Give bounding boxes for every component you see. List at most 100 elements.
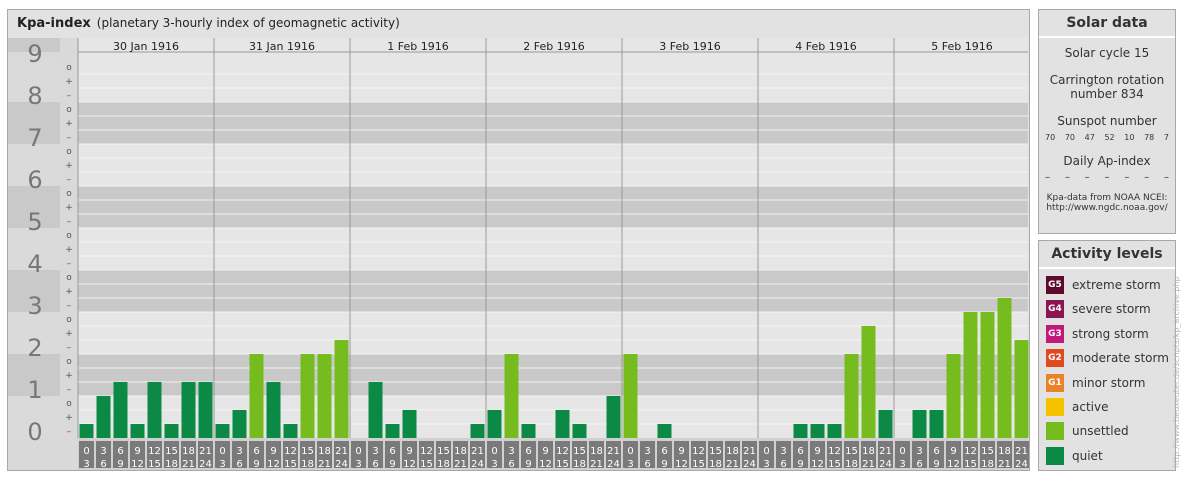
kp-bar [300, 354, 315, 438]
ap-value: – [1064, 172, 1070, 183]
interval-start-label: 9 [950, 446, 956, 457]
kp-bar [215, 424, 230, 438]
interval-start-label: 0 [83, 446, 89, 457]
interval-end-label: 3 [627, 459, 633, 470]
carrington-rotation: Carrington rotation [1049, 73, 1165, 87]
interval-end-label: 6 [780, 459, 786, 470]
interval-end-label: 3 [83, 459, 89, 470]
kp-bar [878, 409, 893, 438]
day-label: 2 Feb 1916 [523, 40, 584, 53]
interval-start-label: 12 [692, 446, 705, 457]
kp-bar [266, 382, 281, 438]
legend-item-strong-storm: G3 strong storm [1046, 325, 1149, 343]
kp-bar [572, 424, 587, 438]
interval-end-label: 12 [267, 459, 280, 470]
interval-start-label: 21 [1015, 446, 1028, 457]
interval-start-label: 18 [862, 446, 875, 457]
interval-start-label: 15 [845, 446, 858, 457]
interval-start-label: 0 [763, 446, 769, 457]
interval-end-label: 21 [454, 459, 467, 470]
day-label: 30 Jan 1916 [113, 40, 179, 53]
ap-value: – [1163, 172, 1169, 183]
kp-bar [164, 424, 179, 438]
sunspot-value: 47 [1084, 133, 1095, 142]
kp-bar [249, 354, 264, 438]
kp-bar [402, 409, 417, 438]
interval-start-label: 6 [389, 446, 395, 457]
activity-levels-panel: Activity levels G5 extreme storm G4 severe… [1038, 240, 1176, 471]
legend-swatch [1046, 447, 1064, 465]
interval-end-label: 3 [491, 459, 497, 470]
kp-bar [1014, 340, 1029, 438]
kp-bar [946, 354, 961, 438]
interval-end-label: 24 [471, 459, 484, 470]
carrington-number: number 834 [1070, 87, 1144, 101]
y-minor-tick-label: – [67, 175, 72, 185]
interval-start-label: 0 [219, 446, 225, 457]
sunspot-value: 70 [1064, 133, 1075, 142]
legend-item-moderate-storm: G2 moderate storm [1046, 349, 1169, 367]
legend-item-minor-storm: G1 minor storm [1046, 374, 1145, 392]
interval-end-label: 12 [539, 459, 552, 470]
interval-start-label: 18 [454, 446, 467, 457]
interval-start-label: 21 [335, 446, 348, 457]
y-tick-label: 7 [27, 124, 42, 152]
day-label: 5 Feb 1916 [931, 40, 992, 53]
kp-bar [504, 354, 519, 438]
interval-end-label: 21 [726, 459, 739, 470]
kp-bar [623, 354, 638, 438]
interval-start-label: 12 [556, 446, 569, 457]
day-label: 4 Feb 1916 [795, 40, 856, 53]
kp-bar [130, 424, 145, 438]
kp-bar [606, 396, 621, 438]
y-tick-label: 0 [27, 418, 42, 446]
interval-start-label: 9 [678, 446, 684, 457]
y-minor-tick-label: – [67, 385, 72, 395]
interval-start-label: 21 [199, 446, 212, 457]
kp-bar [79, 424, 94, 438]
interval-end-label: 15 [284, 459, 297, 470]
kp-bar [793, 424, 808, 438]
y-minor-tick-label: – [67, 133, 72, 143]
kp-bar [487, 409, 502, 438]
interval-end-label: 6 [644, 459, 650, 470]
interval-start-label: 12 [284, 446, 297, 457]
legend-label: active [1072, 400, 1109, 414]
interval-start-label: 12 [828, 446, 841, 457]
interval-start-label: 18 [590, 446, 603, 457]
kp-bar [997, 298, 1012, 438]
interval-end-label: 6 [372, 459, 378, 470]
y-minor-tick-label: – [67, 301, 72, 311]
legend-label: strong storm [1072, 327, 1149, 341]
kp-bar [198, 382, 213, 438]
interval-start-label: 0 [899, 446, 905, 457]
chart-heading: Kpa-index (planetary 3-hourly index of ge… [17, 16, 400, 31]
legend-label: extreme storm [1072, 278, 1161, 292]
interval-end-label: 18 [165, 459, 178, 470]
interval-start-label: 18 [182, 446, 195, 457]
legend-item-severe-storm: G4 severe storm [1046, 300, 1151, 318]
interval-start-label: 21 [879, 446, 892, 457]
ap-value: – [1084, 172, 1090, 183]
kp-bar [963, 312, 978, 438]
interval-start-label: 12 [964, 446, 977, 457]
chart-title: Kpa-index [17, 16, 91, 31]
sunspot-value: 70 [1045, 133, 1056, 142]
kp-bar [555, 409, 570, 438]
kp-bar [912, 409, 927, 438]
interval-end-label: 9 [253, 459, 259, 470]
sunspot-values: 70 70 47 52 10 78 7 [1039, 133, 1175, 142]
interval-end-label: 12 [675, 459, 688, 470]
data-source-url: http://www.ngdc.noaa.gov/ [1046, 203, 1168, 213]
interval-start-label: 9 [134, 446, 140, 457]
legend-item-extreme-storm: G5 extreme storm [1046, 276, 1161, 294]
interval-start-label: 9 [406, 446, 412, 457]
sunspot-value: 52 [1104, 133, 1115, 142]
interval-end-label: 3 [355, 459, 361, 470]
y-tick-label: 1 [27, 376, 42, 404]
interval-start-label: 15 [165, 446, 178, 457]
interval-end-label: 24 [607, 459, 620, 470]
ap-value: – [1045, 172, 1050, 183]
legend-swatch: G3 [1046, 325, 1064, 343]
interval-end-label: 18 [981, 459, 994, 470]
